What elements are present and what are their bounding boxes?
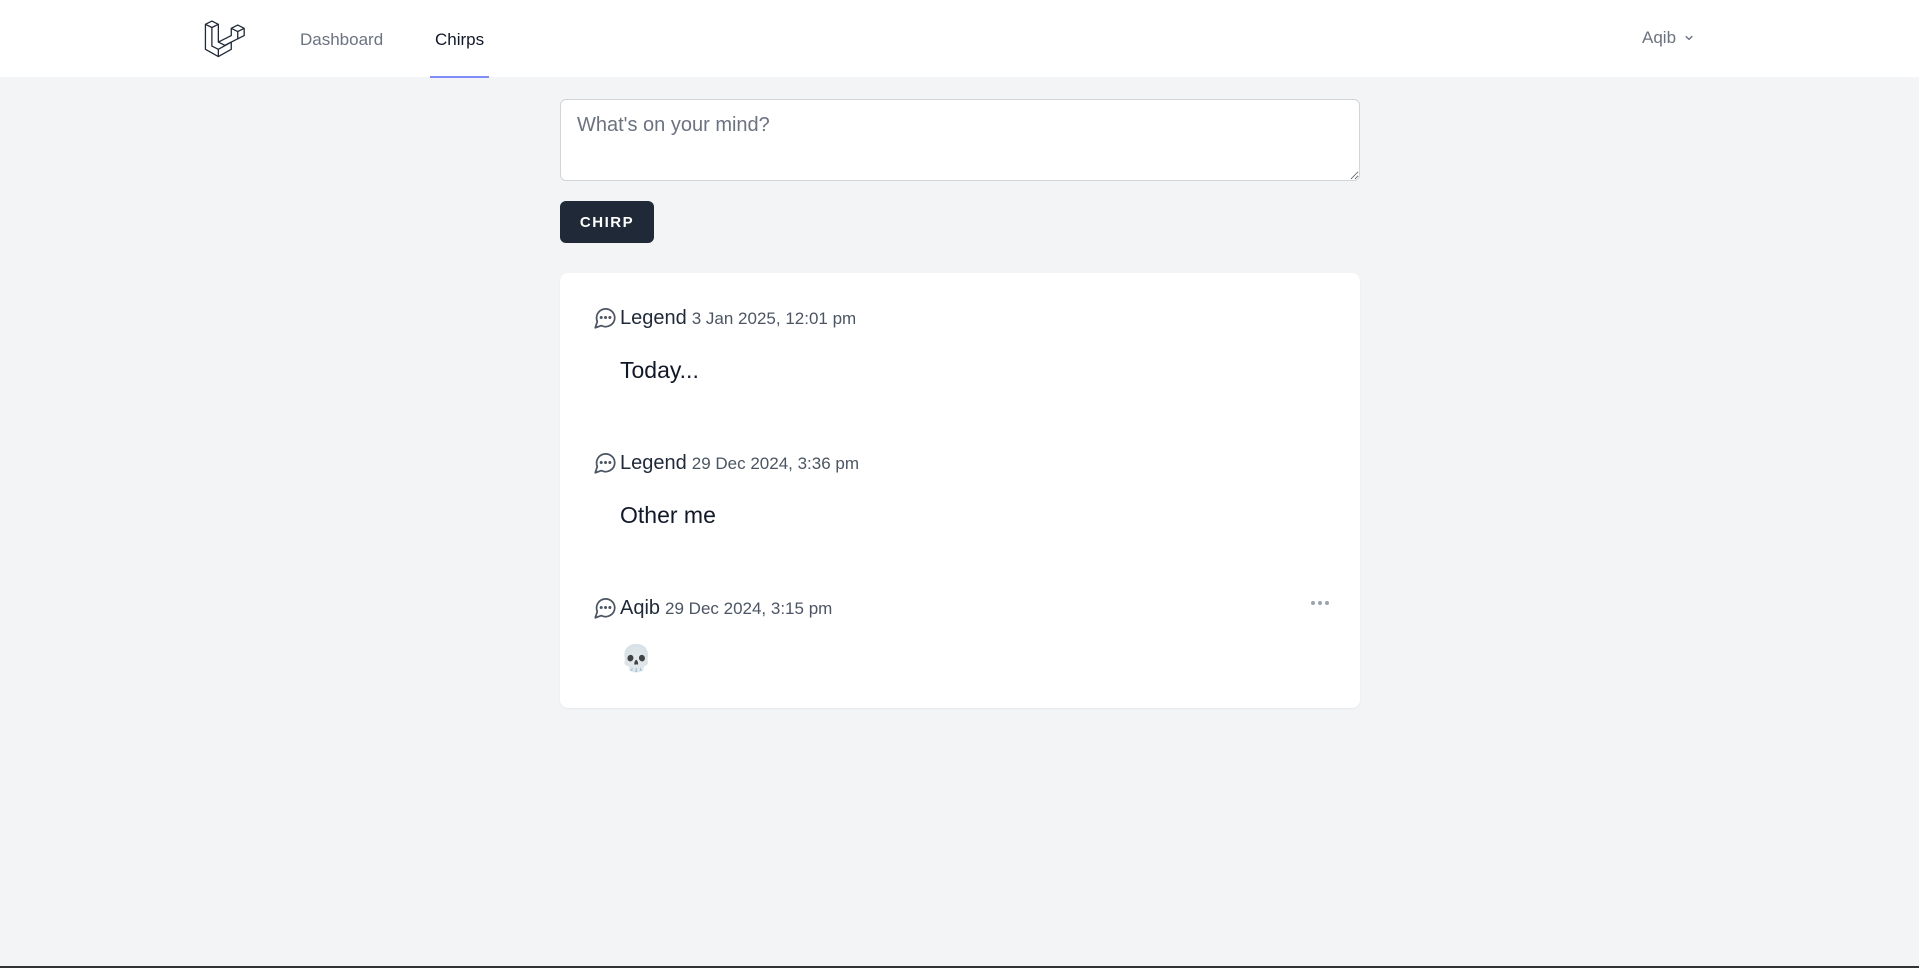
chirp-submit-button[interactable]: Chirp — [560, 201, 654, 243]
chirp-author: Legend — [620, 307, 687, 329]
chirp-header: Aqib 29 Dec 2024, 3:15 pm — [620, 597, 832, 620]
chirp-message: Other me — [620, 502, 716, 528]
nav-link-chirps[interactable]: Chirps — [430, 0, 490, 78]
chirp-author: Legend — [620, 452, 687, 474]
chirp-item: Aqib 29 Dec 2024, 3:15 pm 💀 — [560, 563, 1360, 708]
user-dropdown[interactable]: Aqib — [1642, 27, 1696, 49]
laravel-logo-icon[interactable] — [203, 17, 245, 59]
chirp-message-input[interactable] — [560, 99, 1360, 181]
top-navbar: Dashboard Chirps Aqib — [0, 0, 1919, 78]
chirp-message: Today... — [620, 357, 699, 383]
chirp-item: Legend 29 Dec 2024, 3:36 pm Other me — [560, 418, 1360, 563]
chat-bubble-icon — [594, 308, 616, 329]
chevron-down-icon — [1685, 35, 1693, 41]
chirp-header: Legend 3 Jan 2025, 12:01 pm — [620, 307, 856, 330]
chirp-message: 💀 — [620, 643, 653, 673]
chat-bubble-icon — [594, 598, 616, 619]
chirp-item: Legend 3 Jan 2025, 12:01 pm Today... — [560, 273, 1360, 418]
ellipsis-menu-icon[interactable] — [1308, 595, 1332, 611]
chirp-header: Legend 29 Dec 2024, 3:36 pm — [620, 452, 859, 475]
chirp-timestamp: 29 Dec 2024, 3:15 pm — [665, 599, 833, 618]
nav-link-dashboard[interactable]: Dashboard — [300, 0, 383, 78]
user-name: Aqib — [1642, 28, 1677, 47]
chat-bubble-icon — [594, 453, 616, 474]
chirp-author: Aqib — [620, 597, 661, 619]
chirp-timestamp: 3 Jan 2025, 12:01 pm — [691, 309, 857, 328]
chirp-feed: Legend 3 Jan 2025, 12:01 pm Today... Leg… — [560, 273, 1360, 708]
chirp-timestamp: 29 Dec 2024, 3:36 pm — [691, 454, 860, 473]
